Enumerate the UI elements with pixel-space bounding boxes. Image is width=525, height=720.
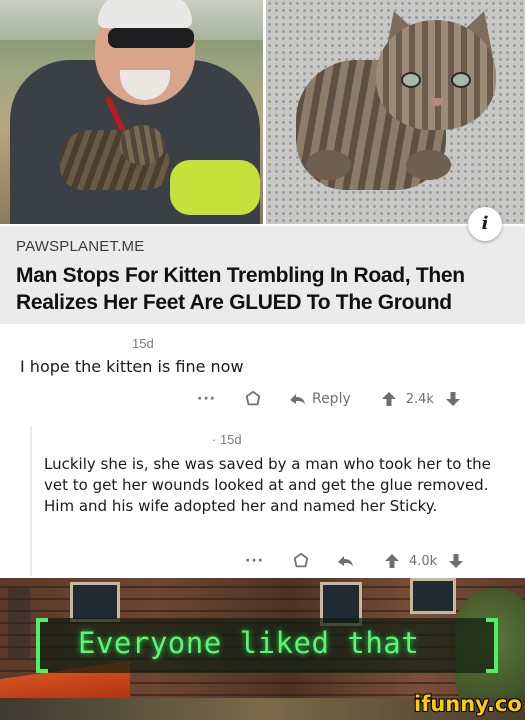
reply-timestamp: · 15d bbox=[212, 432, 242, 447]
man-holding-kitten-photo bbox=[0, 0, 263, 224]
vote-score: 2.4k bbox=[405, 391, 434, 407]
downvote-icon[interactable] bbox=[448, 553, 464, 569]
info-icon[interactable]: i bbox=[468, 207, 502, 241]
reply-icon bbox=[337, 556, 353, 566]
upvote-icon[interactable] bbox=[381, 391, 397, 407]
right-bracket bbox=[486, 618, 498, 673]
ifunny-watermark: ifunny.co bbox=[414, 692, 522, 716]
downvote-icon[interactable] bbox=[445, 391, 461, 407]
left-bracket bbox=[36, 618, 48, 673]
vote-score: 4.0k bbox=[408, 553, 438, 569]
comment-thread: 15d I hope the kitten is fine now ··· Re… bbox=[0, 324, 525, 578]
award-icon[interactable] bbox=[292, 552, 310, 570]
comment-actions: ··· Reply 2.4k bbox=[197, 388, 461, 410]
kitten-closeup-photo bbox=[266, 0, 525, 224]
photo-collage bbox=[0, 0, 525, 224]
meme-caption: Everyone liked that bbox=[78, 626, 420, 660]
reply-label: Reply bbox=[311, 391, 351, 407]
reply-actions: ··· 4.0k bbox=[245, 550, 464, 572]
upvote-icon[interactable] bbox=[384, 553, 400, 569]
article-preview[interactable]: PAWSPLANET.ME Man Stops For Kitten Tremb… bbox=[0, 226, 525, 324]
award-icon[interactable] bbox=[244, 390, 262, 408]
more-icon[interactable]: ··· bbox=[197, 391, 216, 407]
reply-icon bbox=[289, 394, 305, 404]
article-source: PAWSPLANET.ME bbox=[16, 238, 145, 255]
game-caption-banner: Everyone liked that bbox=[36, 618, 498, 673]
more-icon[interactable]: ··· bbox=[245, 553, 264, 569]
reply-button[interactable] bbox=[336, 553, 354, 569]
comment-body: I hope the kitten is fine now bbox=[20, 357, 244, 376]
reply-button[interactable]: Reply bbox=[288, 391, 351, 407]
comment-timestamp: 15d bbox=[132, 336, 154, 351]
article-headline[interactable]: Man Stops For Kitten Trembling In Road, … bbox=[16, 262, 516, 316]
thread-line[interactable] bbox=[30, 426, 32, 576]
reply-body: Luckily she is, she was saved by a man w… bbox=[44, 455, 491, 515]
